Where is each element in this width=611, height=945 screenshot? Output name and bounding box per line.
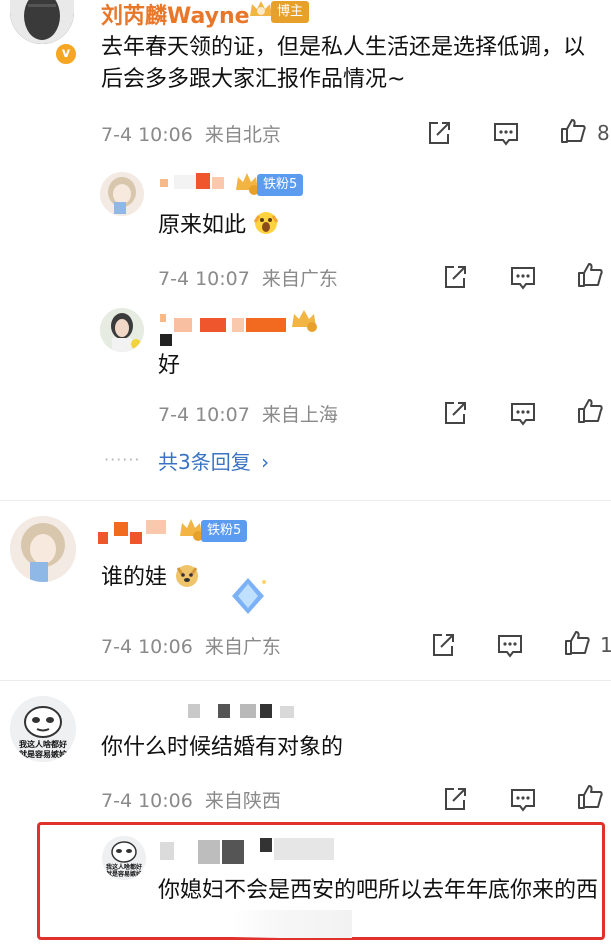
comment-icon: [494, 123, 518, 146]
comment-text: 你什么时候结婚有对象的: [101, 735, 344, 760]
comment-button[interactable]: [495, 630, 525, 660]
comment-time-location: 7-4 10:06 来自陕西: [101, 786, 281, 813]
avatar-caption: 我这人啥都好 就是容易嫉妒: [19, 740, 67, 759]
share-button[interactable]: [440, 784, 470, 814]
anime-avatar-icon: [10, 516, 76, 582]
share-button[interactable]: [424, 118, 454, 148]
avatar[interactable]: [100, 308, 144, 352]
blurred-username: [160, 836, 344, 866]
comment-text-content: 谁的娃: [101, 565, 168, 590]
author-name[interactable]: 刘芮麟Wayne: [101, 0, 250, 30]
thumbs-up-icon: [565, 631, 590, 655]
comment-time: 7-4 10:06: [101, 124, 193, 146]
reply-text: 原来如此: [158, 210, 279, 246]
portrait-icon: [10, 0, 74, 44]
verified-badge-icon: v: [54, 42, 78, 66]
anime-avatar-icon: [100, 172, 144, 216]
like-count: 8: [597, 121, 610, 145]
reply-location: 来自上海: [261, 404, 338, 426]
more-replies-link[interactable]: 共3条回复 ›: [158, 446, 269, 475]
girl-avatar-icon: [100, 308, 144, 352]
comment-icon: [511, 789, 535, 812]
more-replies-label: 共3条回复: [158, 450, 251, 474]
blurred-username: [160, 312, 288, 346]
share-icon: [445, 788, 466, 810]
comment-button[interactable]: [491, 118, 521, 148]
share-button[interactable]: [440, 262, 470, 292]
avatar[interactable]: [10, 0, 74, 44]
comment-location: 来自广东: [204, 636, 281, 658]
comment-button[interactable]: [508, 262, 538, 292]
text-fade-overlay: [232, 910, 352, 938]
thumbs-up-icon: [561, 119, 586, 143]
comment-button[interactable]: [508, 398, 538, 428]
comment-time-location: 7-4 10:06 来自广东: [101, 632, 281, 659]
chevron-right-icon: ›: [261, 450, 270, 474]
diamond-sticker-icon: [226, 574, 270, 622]
comment-location: 来自北京: [204, 124, 281, 146]
avatar[interactable]: [100, 172, 144, 216]
blurred-username: [98, 518, 170, 546]
reply-text: 你媳妇不会是西安的吧所以去年年底你来的西: [158, 878, 599, 903]
comment-location: 来自陕西: [204, 790, 281, 812]
doge-emoji-icon: [174, 562, 200, 598]
comment-button[interactable]: [508, 784, 538, 814]
reply-text-content: 原来如此: [158, 213, 247, 238]
comment-text: 谁的娃: [101, 562, 200, 598]
comment-time: 7-4 10:06: [101, 636, 193, 658]
like-button[interactable]: [575, 396, 605, 426]
avatar[interactable]: 我这人啥都好 就是容易嫉妒: [102, 836, 146, 880]
avatar[interactable]: [10, 516, 76, 582]
reply-text: 好: [158, 353, 181, 378]
comment-icon: [511, 403, 535, 426]
fan-level-tag: 铁粉5: [257, 174, 304, 196]
thumbs-up-icon: [578, 785, 603, 809]
comment-text: 去年春天领的证，但是私人生活还是选择低调，以后会多多跟大家汇报作品情况~: [101, 35, 586, 92]
share-button[interactable]: [440, 398, 470, 428]
like-button[interactable]: [575, 782, 605, 812]
scream-emoji-icon: [253, 210, 279, 246]
comment-time-location: 7-4 10:06 来自北京: [101, 120, 281, 147]
comment-time: 7-4 10:06: [101, 790, 193, 812]
comment-icon: [511, 267, 535, 290]
fan-level-tag: 铁粉5: [201, 520, 248, 542]
share-icon: [429, 122, 450, 144]
share-icon: [445, 402, 466, 424]
thumbs-up-icon: [578, 263, 603, 287]
share-icon: [433, 634, 454, 656]
reply-time: 7-4 10:07: [158, 268, 250, 290]
avatar[interactable]: 我这人啥都好 就是容易嫉妒: [10, 696, 76, 762]
reply-time-location: 7-4 10:07 来自上海: [158, 400, 338, 427]
like-button[interactable]: [562, 628, 592, 658]
thumbs-up-icon: [578, 399, 603, 423]
blurred-username: [182, 698, 300, 720]
divider: [0, 680, 611, 681]
share-button[interactable]: [428, 630, 458, 660]
fan-crown-icon: [290, 307, 318, 337]
blurred-username: [160, 173, 232, 191]
reply-location: 来自广东: [261, 268, 338, 290]
reply-time: 7-4 10:07: [158, 404, 250, 426]
avatar-caption: 我这人啥都好 就是容易嫉妒: [105, 864, 142, 878]
comment-icon: [498, 635, 522, 658]
blogger-tag: 博主: [271, 1, 310, 23]
more-replies-dots: ······: [104, 450, 141, 469]
divider: [0, 500, 611, 501]
share-icon: [445, 266, 466, 288]
like-button[interactable]: [558, 116, 588, 146]
like-button[interactable]: [575, 260, 605, 290]
reply-time-location: 7-4 10:07 来自广东: [158, 264, 338, 291]
like-count: 1: [600, 633, 611, 657]
